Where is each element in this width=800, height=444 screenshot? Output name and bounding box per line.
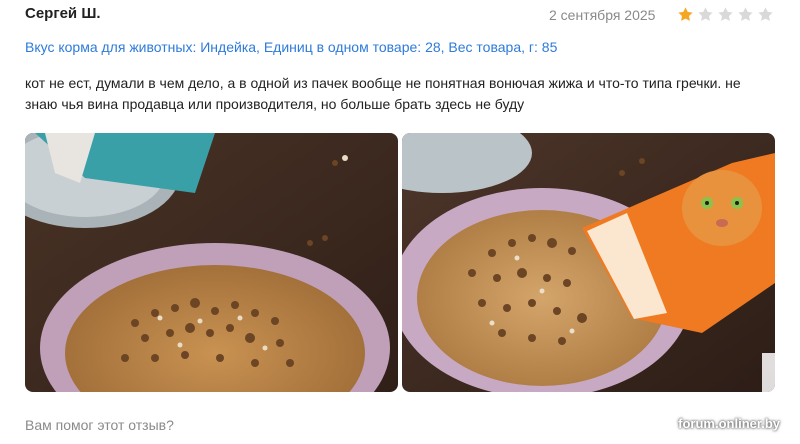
review-author: Сергей Ш. — [25, 5, 101, 22]
star-filled-icon — [677, 6, 694, 23]
review-photo-2[interactable] — [402, 133, 775, 392]
review-text: кот не ест, думали в чем дело, а в одной… — [25, 75, 741, 112]
star-empty-icon — [697, 6, 714, 23]
product-attributes-link[interactable]: Вкус корма для животных: Индейка, Единиц… — [25, 39, 557, 55]
review-photo-1[interactable] — [25, 133, 398, 392]
helpful-question: Вам помог этот отзыв? — [25, 417, 174, 433]
star-empty-icon — [737, 6, 754, 23]
photo-bowl-buckwheat-icon — [25, 133, 398, 392]
star-empty-icon — [757, 6, 774, 23]
review-date: 2 сентября 2025 — [549, 7, 656, 23]
star-empty-icon — [717, 6, 734, 23]
photo-bowl-with-pouch-icon — [402, 133, 775, 392]
rating-stars — [677, 6, 774, 23]
watermark: forum.onliner.by — [678, 416, 780, 431]
